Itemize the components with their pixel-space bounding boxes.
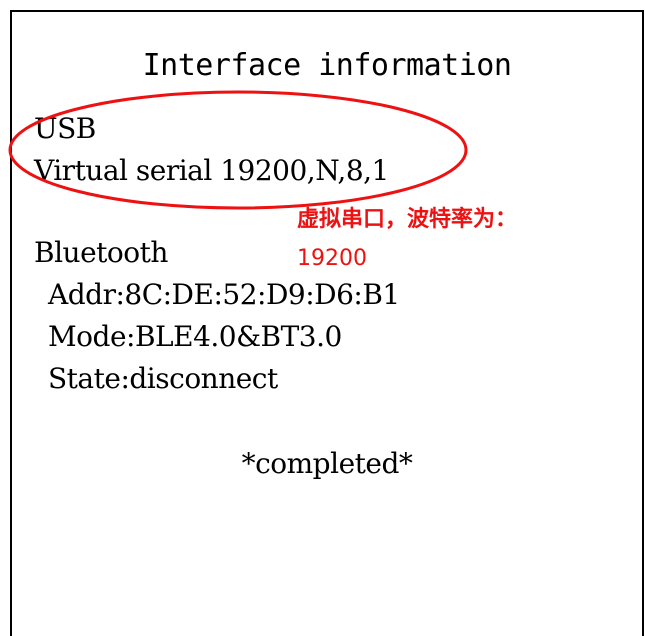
annotation-baud: 19200 [297,246,367,271]
receipt-printout: Interface information USB Virtual serial… [10,10,644,636]
annotation-note: 虚拟串口，波特率为： [297,207,518,232]
completed-footer: *completed* [241,447,413,480]
bluetooth-state-line: State:disconnect [48,362,278,395]
bluetooth-label: Bluetooth [34,236,168,269]
bluetooth-mode-line: Mode:BLE4.0&BT3.0 [48,320,342,353]
page-title: Interface information [142,48,512,83]
bluetooth-addr-line: Addr:8C:DE:52:D9:D6:B1 [48,278,400,311]
usb-label: USB [34,112,96,145]
virtual-serial-line: Virtual serial 19200,N,8,1 [34,154,389,187]
